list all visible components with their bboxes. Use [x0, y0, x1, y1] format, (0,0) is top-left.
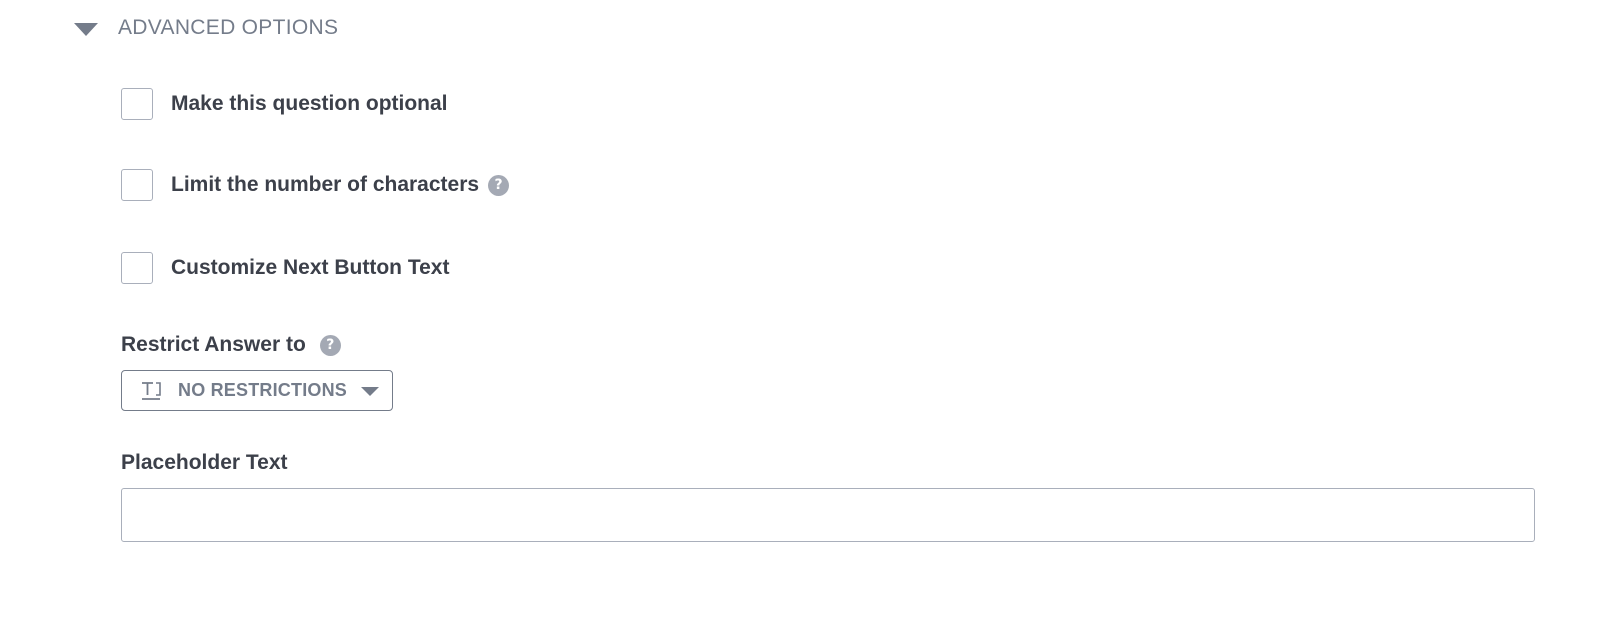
- chevron-down-icon: [361, 387, 380, 396]
- caret-down-icon: [74, 22, 98, 36]
- limit-characters-label: Limit the number of characters: [171, 173, 480, 196]
- customize-next-button-checkbox[interactable]: [121, 252, 153, 284]
- option-limit-characters[interactable]: Limit the number of characters ?: [121, 168, 510, 202]
- advanced-options-toggle[interactable]: ADVANCED OPTIONS: [74, 12, 338, 44]
- customize-next-button-label: Customize Next Button Text: [171, 256, 450, 279]
- help-icon[interactable]: ?: [319, 334, 341, 356]
- optional-question-label: Make this question optional: [171, 92, 448, 115]
- option-optional-question[interactable]: Make this question optional: [121, 87, 448, 121]
- limit-characters-checkbox[interactable]: [121, 169, 153, 201]
- restrict-answer-label-row: Restrict Answer to ?: [121, 332, 341, 358]
- restrict-answer-selected: NO RESTRICTIONS: [178, 380, 348, 400]
- placeholder-text-label: Placeholder Text: [121, 451, 288, 474]
- placeholder-text-label-row: Placeholder Text: [121, 450, 288, 476]
- option-customize-next-button[interactable]: Customize Next Button Text: [121, 251, 449, 285]
- help-icon[interactable]: ?: [488, 174, 510, 196]
- text-type-icon: [142, 381, 161, 400]
- restrict-answer-label: Restrict Answer to: [121, 333, 306, 356]
- placeholder-text-input[interactable]: [121, 488, 1535, 542]
- restrict-answer-dropdown[interactable]: NO RESTRICTIONS: [121, 370, 393, 411]
- advanced-options-panel: ADVANCED OPTIONS Make this question opti…: [0, 0, 1600, 626]
- optional-question-checkbox[interactable]: [121, 88, 153, 120]
- advanced-options-title: ADVANCED OPTIONS: [118, 16, 339, 39]
